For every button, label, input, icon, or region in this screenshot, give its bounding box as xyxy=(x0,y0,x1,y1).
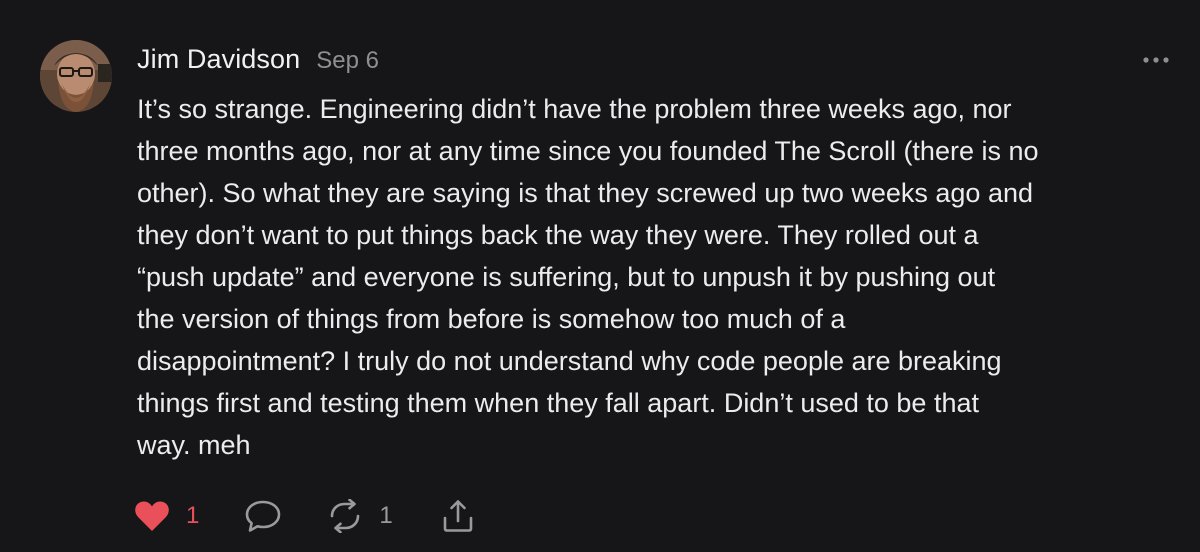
post-header: Jim Davidson Sep 6 xyxy=(137,44,379,80)
comment-icon xyxy=(246,500,281,532)
heart-icon xyxy=(135,501,169,531)
share-button[interactable] xyxy=(441,499,475,533)
restack-count: 1 xyxy=(379,502,393,529)
reply-button[interactable] xyxy=(244,499,282,533)
ellipsis-icon xyxy=(1143,57,1169,63)
post-date[interactable]: Sep 6 xyxy=(316,47,379,75)
like-count: 1 xyxy=(186,502,200,529)
avatar-photo xyxy=(40,40,112,112)
more-options-button[interactable] xyxy=(1140,51,1172,69)
author-name[interactable]: Jim Davidson xyxy=(137,44,300,75)
share-icon xyxy=(443,500,473,532)
restack-icon xyxy=(331,499,360,533)
post-body: It’s so strange. Engineering didn’t have… xyxy=(137,94,1039,460)
restack-button[interactable]: 1 xyxy=(327,499,393,533)
post-actions: 1 1 xyxy=(134,495,475,537)
avatar[interactable] xyxy=(40,40,112,112)
like-button[interactable]: 1 xyxy=(134,500,199,532)
